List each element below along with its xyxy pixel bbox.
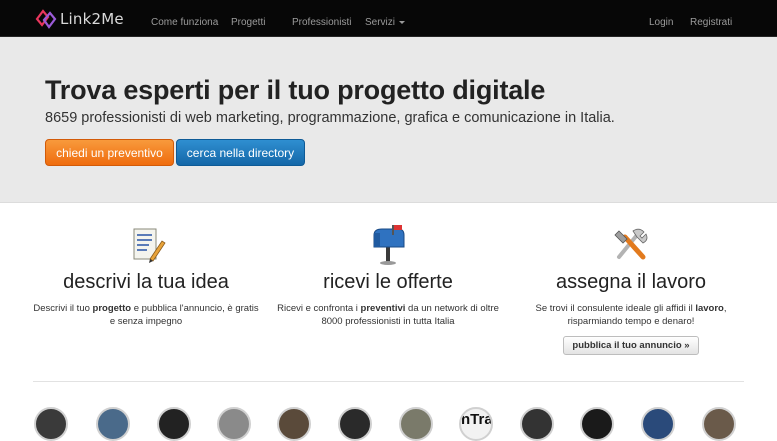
- nav-login[interactable]: Login: [649, 0, 673, 37]
- professional-avatar[interactable]: [96, 407, 130, 441]
- mailbox-icon: [373, 225, 405, 265]
- step-assign-text: Se trovi il consulente ideale gli affidi…: [535, 303, 727, 327]
- nav-servizi-label: Servizi: [365, 17, 396, 28]
- professional-avatar[interactable]: nTra: [459, 407, 493, 441]
- professional-avatar[interactable]: [702, 407, 736, 441]
- caret-down-icon: [399, 20, 406, 24]
- step-assign-title: assegna il lavoro: [555, 271, 707, 293]
- hero-title: Trova esperti per il tuo progetto digita…: [45, 75, 546, 105]
- step-receive: ricevi le offerte Ricevi e confronta i p…: [273, 225, 503, 328]
- section-divider: [33, 381, 744, 382]
- professional-avatar[interactable]: [157, 407, 191, 441]
- professional-avatar[interactable]: [338, 407, 372, 441]
- professional-avatar[interactable]: [580, 407, 614, 441]
- professional-avatar[interactable]: [641, 407, 675, 441]
- step-describe-title: descrivi la tua idea: [63, 271, 229, 293]
- hero-subtitle: 8659 professionisti di web marketing, pr…: [45, 110, 615, 126]
- brand-name: Link2Me: [60, 9, 124, 28]
- step-receive-text: Ricevi e confronta i preventivi da un ne…: [277, 303, 499, 327]
- brand-logo-link[interactable]: Link2Me: [34, 6, 124, 31]
- avatar-text: nTra: [461, 411, 493, 428]
- step-describe: descrivi la tua idea Descrivi il tuo pro…: [31, 225, 261, 328]
- nav-come-funziona[interactable]: Come funziona: [151, 0, 218, 37]
- professional-avatar[interactable]: [34, 407, 68, 441]
- search-directory-button[interactable]: cerca nella directory: [176, 139, 305, 166]
- hero-section: Trova esperti per il tuo progetto digita…: [0, 37, 777, 203]
- nav-registrati[interactable]: Registrati: [690, 0, 732, 37]
- step-assign: assegna il lavoro Se trovi il consulente…: [516, 225, 746, 355]
- top-navbar: Link2Me Come funziona Progetti Professio…: [0, 0, 777, 37]
- nav-servizi-dropdown[interactable]: Servizi: [365, 0, 406, 37]
- tools-icon: [614, 228, 648, 260]
- professional-avatar[interactable]: [277, 407, 311, 441]
- nav-progetti[interactable]: Progetti: [231, 0, 265, 37]
- step-receive-title: ricevi le offerte: [323, 271, 453, 293]
- link-logo-icon: [35, 8, 57, 29]
- professional-avatar[interactable]: [520, 407, 554, 441]
- publish-ad-button[interactable]: pubblica il tuo annuncio »: [563, 336, 699, 355]
- nav-professionisti[interactable]: Professionisti: [292, 0, 351, 37]
- professional-avatar[interactable]: [399, 407, 433, 441]
- request-quote-button[interactable]: chiedi un preventivo: [45, 139, 174, 166]
- step-describe-text: Descrivi il tuo progetto e pubblica l'an…: [33, 303, 259, 327]
- document-edit-icon: [133, 228, 166, 263]
- professional-avatar[interactable]: [217, 407, 251, 441]
